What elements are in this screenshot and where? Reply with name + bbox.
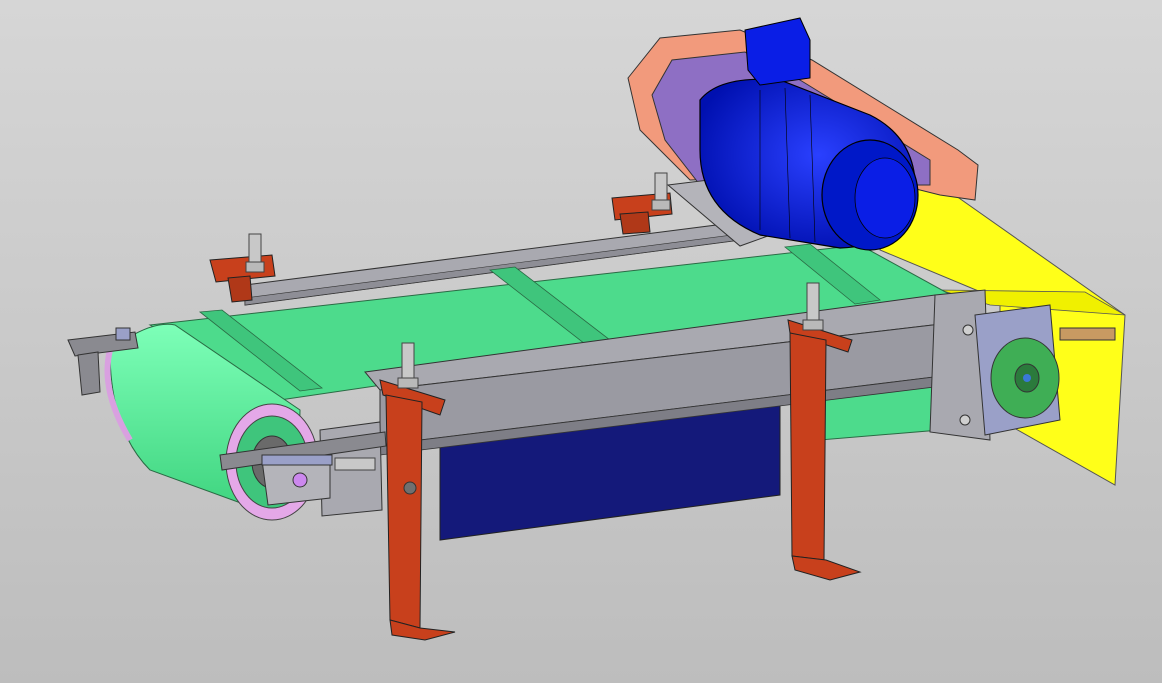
drive-shaft[interactable] [1059, 327, 1116, 341]
conveyor-assembly-model [0, 0, 1162, 683]
drive-end-plate[interactable] [929, 289, 1061, 441]
cad-viewport[interactable] [0, 0, 1162, 683]
